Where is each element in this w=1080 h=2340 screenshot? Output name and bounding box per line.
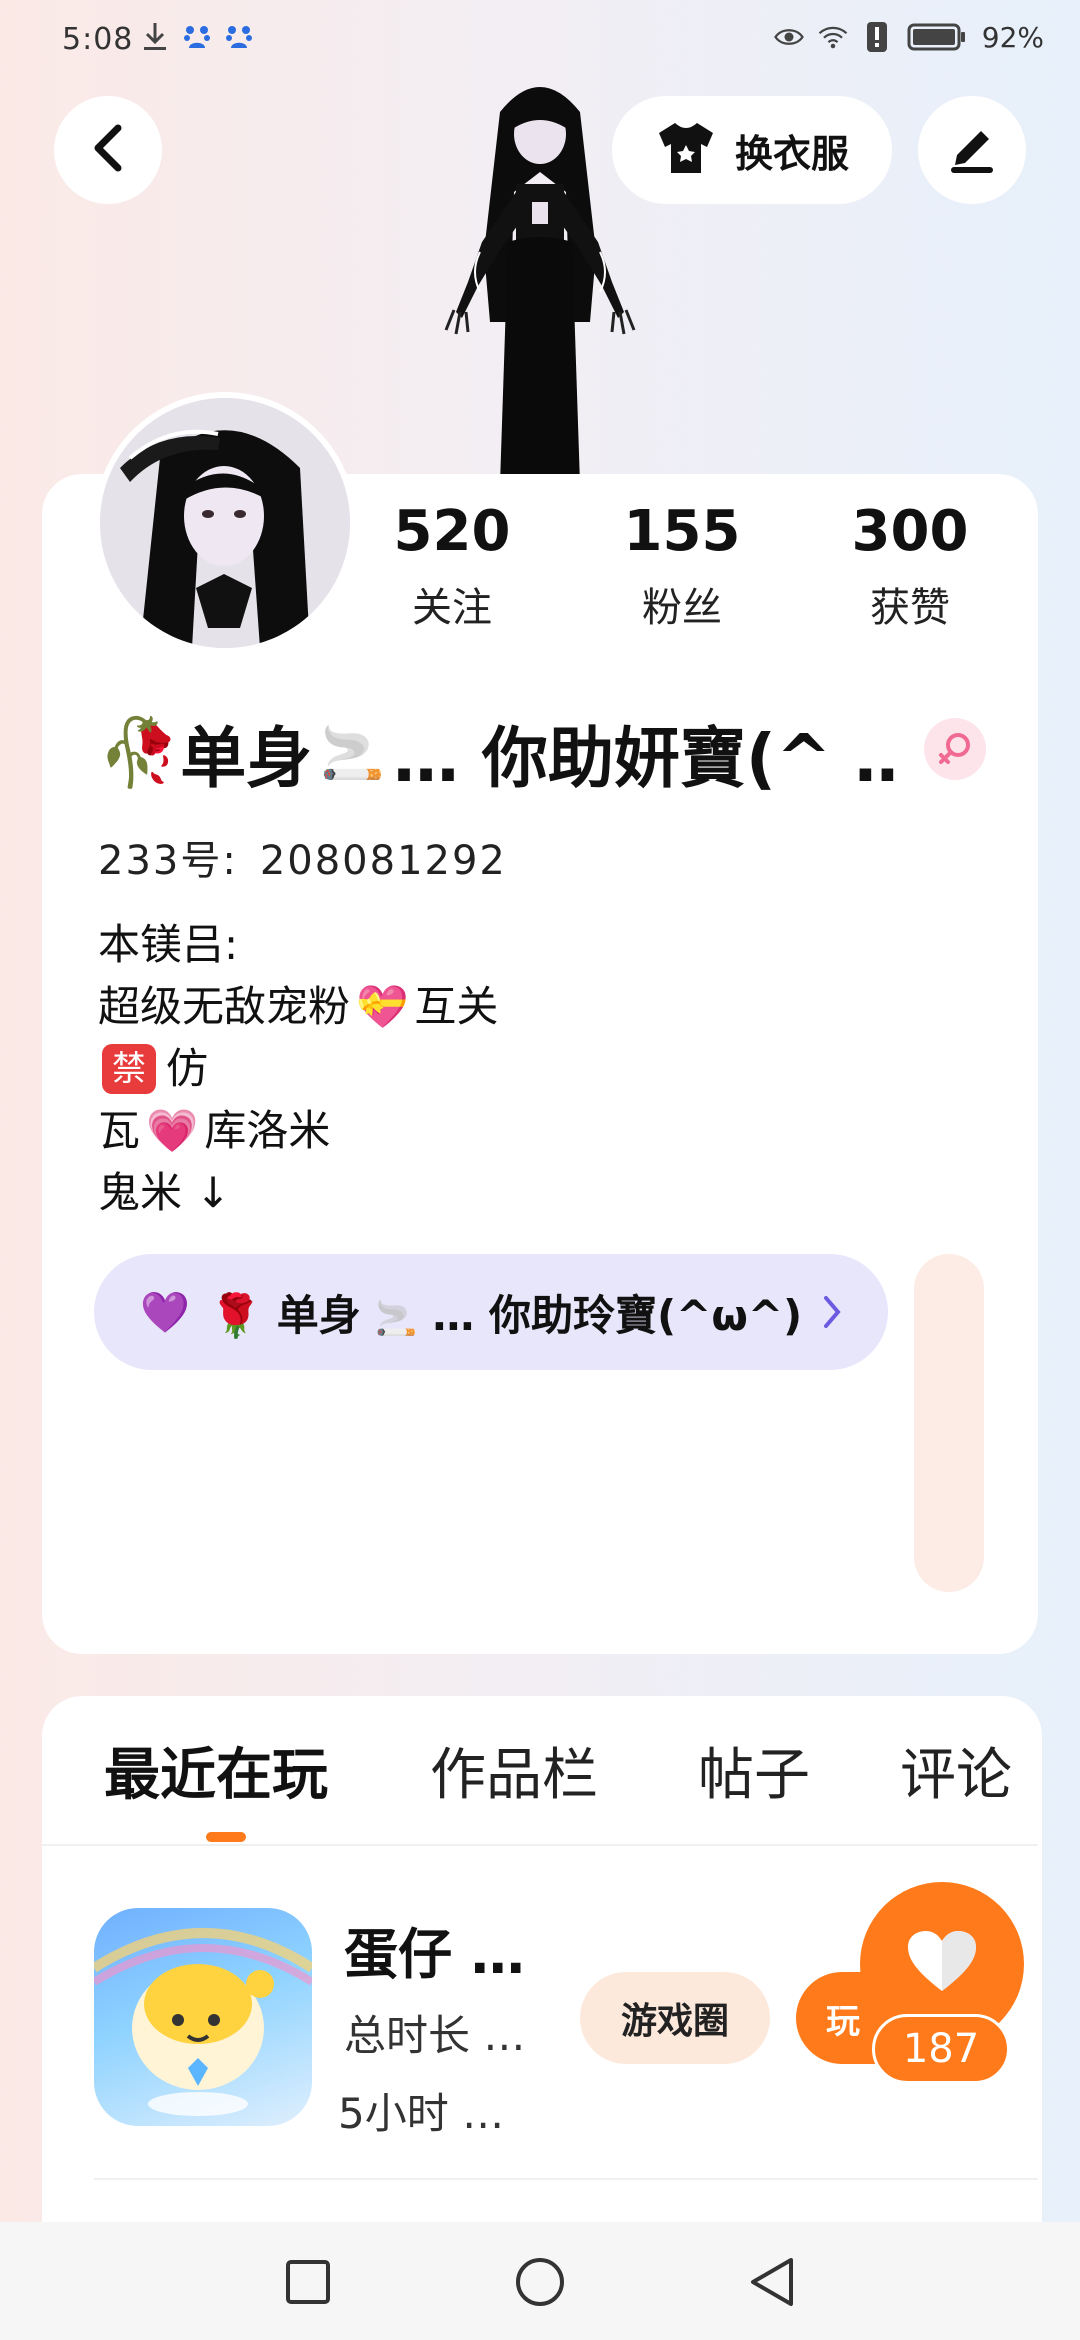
change-outfit-button[interactable]: 换衣服 [612,96,892,204]
group-name-b: … 你助玲寶(^ω^) [432,1290,803,1340]
group-name-a: 单身 [276,1290,361,1340]
home-button[interactable] [510,2252,570,2312]
prohibited-badge: 禁 [102,1044,156,1094]
stat-followers[interactable]: 155 粉丝 [602,500,762,632]
pen-icon [945,121,999,179]
nickname: 🥀 单身 🚬 … 你助妍寶(^ … [98,710,898,796]
tab-works[interactable]: 作品栏 [430,1730,598,1811]
battery-icon [906,20,968,54]
user-id-label: 233号: [98,838,238,884]
user-id-value: 208081292 [259,838,507,884]
pink-heart-emoji: 💗 [146,1106,199,1155]
bio-line-1: 本镁吕: [98,920,239,969]
chevron-left-icon [88,122,128,178]
avatar[interactable] [94,392,356,654]
battery-percent: 92% [981,20,1044,54]
cigarette-emoji: 🚬 [375,1298,418,1339]
tab-comments[interactable]: 评论 [900,1730,1012,1811]
status-time: 5:08 [62,22,134,57]
female-gender-icon [924,718,986,780]
stat-followers-value: 155 [623,499,741,564]
stat-following-label: 关注 [412,585,492,631]
rose-emoji: 🌹 [209,1290,263,1340]
stat-likes-label: 获赞 [870,585,950,631]
back-nav-button[interactable] [742,2252,802,2312]
tab-recently-played[interactable]: 最近在玩 [104,1730,328,1811]
edit-profile-button[interactable] [918,96,1026,204]
bio-line-2c: 互关 [414,982,499,1031]
side-scroll-pill[interactable] [914,1254,984,1592]
nickname-text-b: … 你助妍寶(^ … [392,720,898,796]
like-count: 187 [872,2014,1010,2084]
user-id: 233号: 208081292 [98,828,507,886]
back-button[interactable] [54,96,162,204]
bio-line-2a: 超级无敌宠粉 [98,982,351,1031]
download-icon [140,20,170,54]
alert-icon [862,20,892,54]
tab-posts[interactable]: 帖子 [698,1730,810,1811]
wifi-icon [818,20,848,54]
bio-line-3b: 仿 [166,1044,209,1093]
eye-icon [773,20,804,54]
recent-apps-button[interactable] [278,2252,338,2312]
stat-following[interactable]: 520 关注 [372,500,532,632]
stat-following-value: 520 [393,499,511,564]
system-nav-bar [0,2222,1080,2340]
gift-heart-emoji: 💝 [356,982,409,1031]
tshirt-icon [655,121,717,179]
bio-line-5: 鬼米 ↓ [98,1168,231,1217]
bio-line-4a: 瓦 [98,1106,141,1155]
baidu-icon [182,20,212,54]
fan-group-name: 🌹 单身 🚬 … 你助玲寶(^ω^) [210,1282,802,1343]
row-divider [94,2178,1038,2180]
game-play-time: 5小时 … [338,2089,505,2138]
game-circle-button[interactable]: 游戏圈 [580,1972,770,2064]
cigarette-emoji: 🚬 [320,723,385,784]
nickname-text-a: 单身 [180,720,313,796]
change-outfit-label: 换衣服 [734,131,849,176]
heart-icon [906,1929,978,1999]
bio-line-4c: 库洛米 [204,1106,331,1155]
bio: 本镁吕: 超级无敌宠粉 💝 互关 禁 仿 瓦 💗 库洛米 鬼米 ↓ [98,914,498,1224]
purple-heart-icon: 💜 [140,1289,190,1336]
baidu-icon [224,20,254,54]
tab-divider [42,1844,1038,1846]
stat-followers-label: 粉丝 [642,585,722,631]
stat-likes[interactable]: 300 获赞 [830,500,990,632]
status-bar: 5:08 92% [0,0,1080,80]
wilted-rose-emoji: 🥀 [98,714,181,791]
stat-likes-value: 300 [851,499,969,564]
profile-tabs: 最近在玩 作品栏 帖子 评论 [58,1730,1058,1840]
game-total-time-label: 总时长 … [344,2011,526,2060]
fan-group-pill[interactable]: 💜 🌹 单身 🚬 … 你助玲寶(^ω^) [94,1254,888,1370]
game-title: 蛋仔 … [344,1923,525,1986]
chevron-right-icon [820,1290,844,1338]
active-tab-indicator [206,1832,246,1842]
game-icon[interactable] [94,1908,312,2126]
